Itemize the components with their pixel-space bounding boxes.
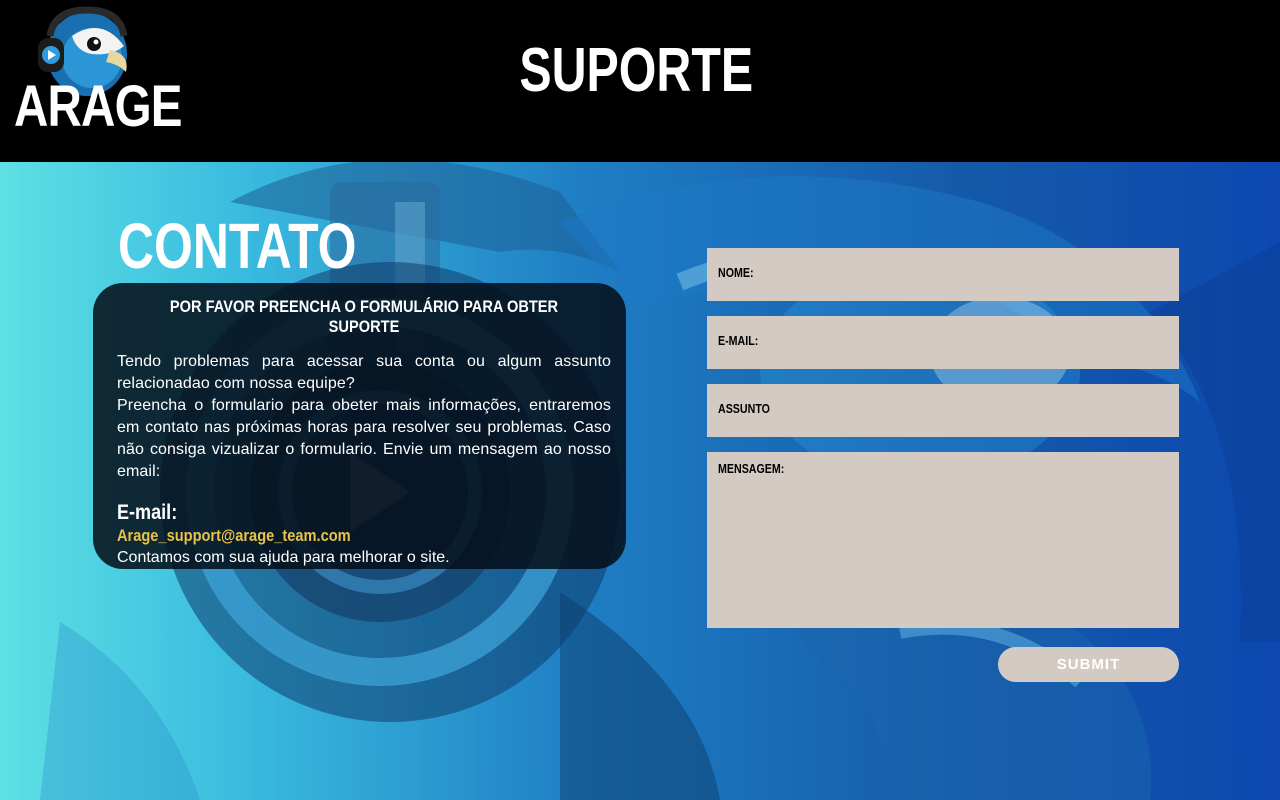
email-field[interactable]: E-MAIL: xyxy=(707,316,1179,369)
nome-label: NOME: xyxy=(718,265,754,280)
info-paragraph-1: Tendo problemas para acessar sua conta o… xyxy=(117,353,611,392)
info-heading: POR FAVOR PREENCHA O FORMULÁRIO PARA OBT… xyxy=(169,297,559,336)
site-header: ARAGE SUPORTE xyxy=(0,0,1280,162)
assunto-label: ASSUNTO xyxy=(718,401,770,416)
email-label: E-mail: xyxy=(117,501,178,524)
nome-field[interactable]: NOME: xyxy=(707,248,1179,301)
assunto-field[interactable]: ASSUNTO xyxy=(707,384,1179,437)
info-paragraph-2: Preencha o formulario para obeter mais i… xyxy=(117,397,611,480)
support-email-link[interactable]: Arage_support@arage_team.com xyxy=(117,525,351,547)
support-info-card: POR FAVOR PREENCHA O FORMULÁRIO PARA OBT… xyxy=(93,283,626,569)
mensagem-label: MENSAGEM: xyxy=(718,461,785,476)
info-body: Tendo problemas para acessar sua conta o… xyxy=(117,351,611,483)
submit-button[interactable]: SUBMIT xyxy=(998,647,1179,682)
closing-text: Contamos com sua ajuda para melhorar o s… xyxy=(117,549,450,566)
email-field-label: E-MAIL: xyxy=(718,333,759,348)
arage-logo[interactable]: ARAGE xyxy=(14,6,182,146)
page-title: SUPORTE xyxy=(519,36,754,105)
contato-title: CONTATO xyxy=(118,210,357,282)
mensagem-textarea[interactable]: MENSAGEM: xyxy=(707,452,1179,628)
